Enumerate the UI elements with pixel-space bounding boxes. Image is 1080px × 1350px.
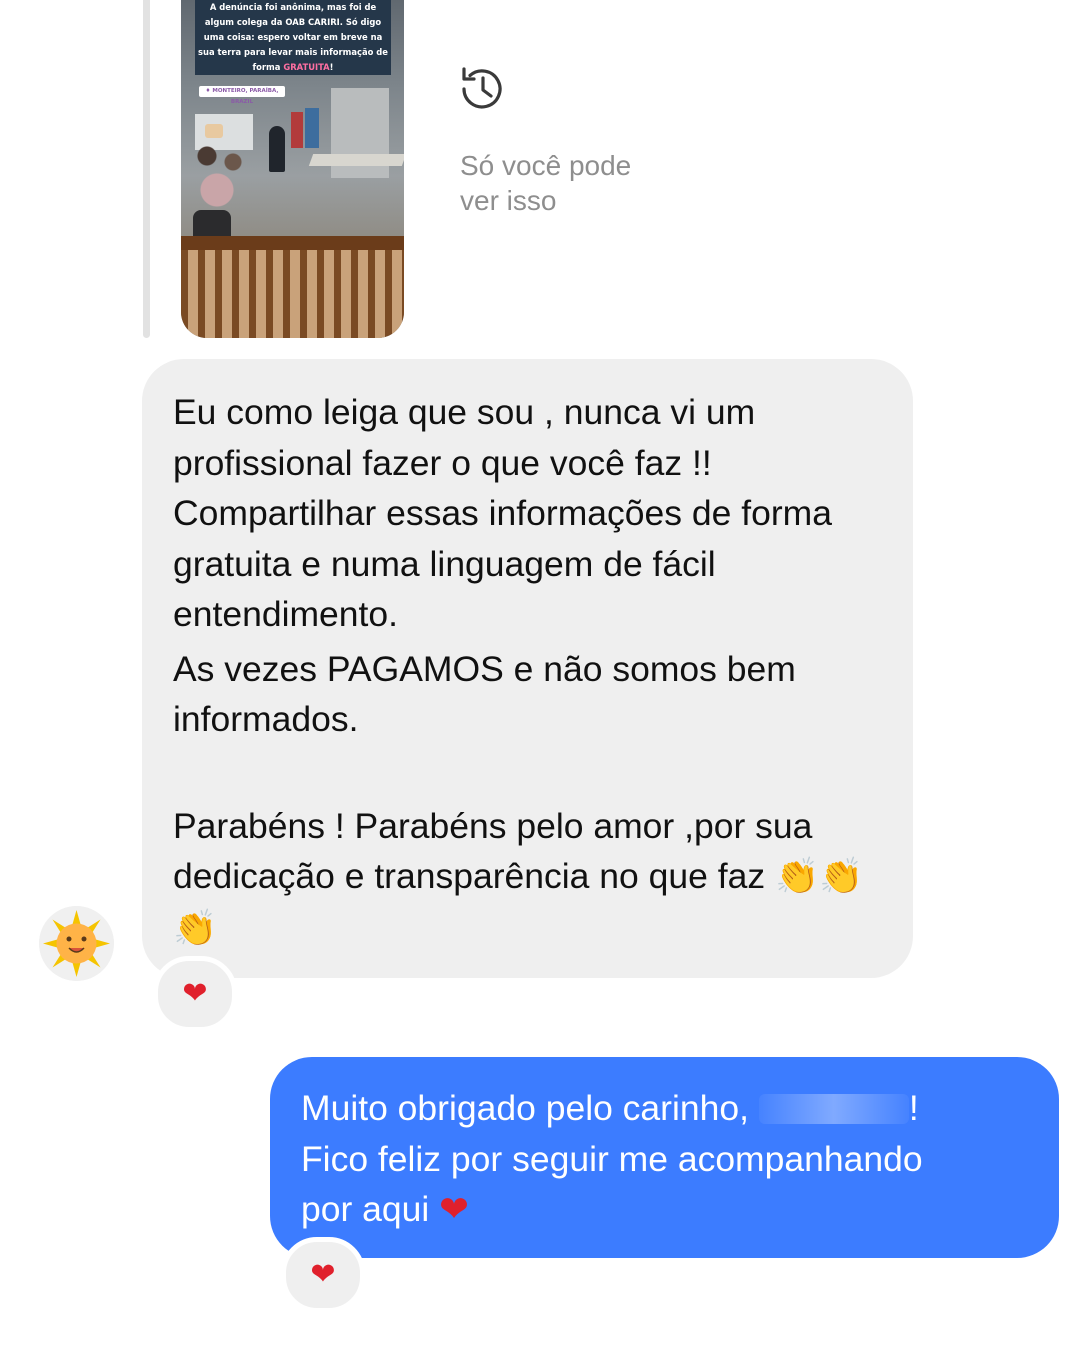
message-text: Muito obrigado pelo carinho, bbox=[301, 1088, 759, 1128]
visibility-line-1: Só você pode bbox=[460, 150, 632, 181]
heart-icon: ❤ bbox=[182, 977, 208, 1010]
visibility-notice: Só você pode ver isso bbox=[460, 148, 720, 218]
reply-indicator-bar bbox=[143, 0, 150, 338]
flag bbox=[291, 112, 303, 148]
story-caption: A denúncia foi anônima, mas foi de algum… bbox=[195, 0, 391, 75]
flag bbox=[305, 108, 319, 148]
wooden-railing bbox=[181, 236, 404, 338]
audience bbox=[187, 138, 253, 208]
message-line: Muito obrigado pelo carinho, ! bbox=[301, 1083, 1039, 1134]
story-thumbnail[interactable]: A denúncia foi anônima, mas foi de algum… bbox=[181, 0, 404, 338]
heart-reaction[interactable]: ❤ bbox=[281, 1237, 365, 1313]
outgoing-message-bubble[interactable]: Muito obrigado pelo carinho, ! Fico feli… bbox=[270, 1057, 1059, 1258]
speaker-figure bbox=[269, 126, 285, 172]
table bbox=[308, 154, 404, 166]
sun-avatar-icon[interactable] bbox=[39, 906, 114, 981]
history-icon bbox=[462, 67, 502, 109]
heart-icon: ❤ bbox=[310, 1258, 336, 1291]
story-caption-end: ! bbox=[329, 62, 334, 72]
message-paragraph: As vezes PAGAMOS e não somos bem informa… bbox=[173, 648, 796, 740]
message-line: Fico feliz por seguir me acompanhando bbox=[301, 1138, 923, 1179]
incoming-message-bubble[interactable]: Eu como leiga que sou , nunca vi um prof… bbox=[142, 359, 913, 978]
location-tag: ♦ MONTEIRO, PARAÍBA, BRAZIL bbox=[199, 86, 285, 105]
heart-icon: ❤ bbox=[439, 1189, 469, 1229]
message-paragraph: Eu como leiga que sou , nunca vi um prof… bbox=[173, 392, 832, 634]
heart-reaction[interactable]: ❤ bbox=[153, 956, 237, 1032]
message-text: Parabéns ! Parabéns pelo amor ,por sua d… bbox=[173, 805, 813, 897]
story-caption-highlight: GRATUITA bbox=[283, 62, 330, 72]
redacted-name bbox=[758, 1094, 909, 1124]
message-text: por aqui bbox=[301, 1189, 430, 1229]
message-text: ! bbox=[908, 1088, 919, 1128]
message-paragraph: Parabéns ! Parabéns pelo amor ,por sua d… bbox=[173, 801, 881, 955]
visibility-line-2: ver isso bbox=[460, 185, 557, 216]
message-line: por aqui ❤ bbox=[301, 1184, 1039, 1235]
